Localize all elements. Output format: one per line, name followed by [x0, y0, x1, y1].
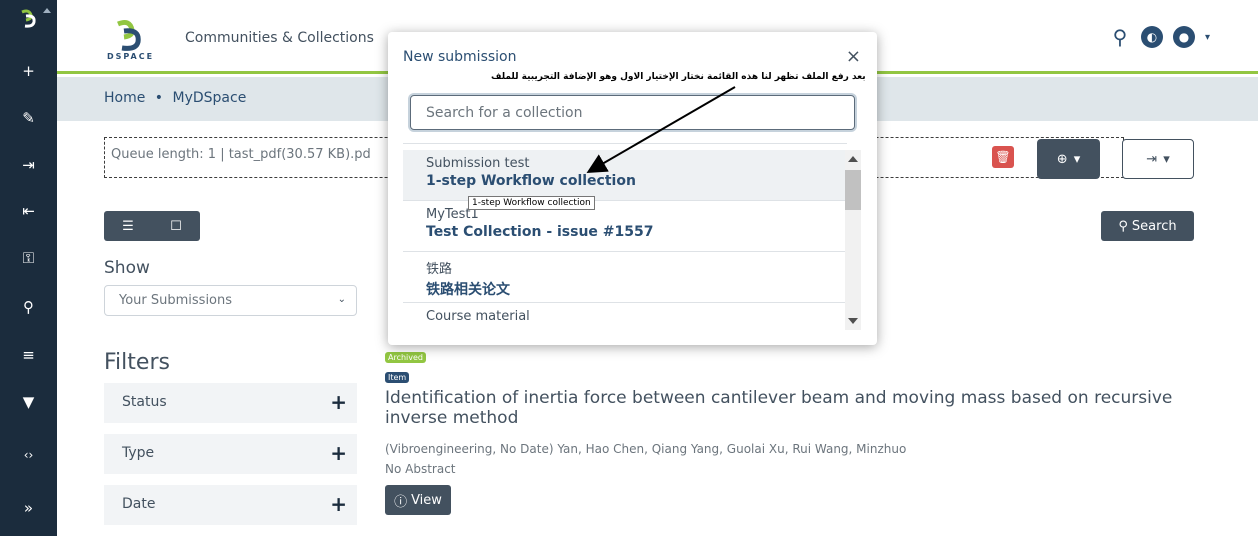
- search-button[interactable]: ⚲ Search: [1101, 211, 1194, 241]
- caret-down-icon: ▾: [1163, 151, 1170, 167]
- plus-circle-icon: ⊕: [1056, 151, 1068, 167]
- annotation-text: بعد رفع الملف تظهر لنا هذه القائمة نختار…: [491, 72, 866, 82]
- modal-title: New submission: [403, 49, 517, 65]
- collection-name: 1-step Workflow collection: [426, 173, 636, 189]
- import-dropdown-button[interactable]: ⇥ ▾: [1122, 139, 1194, 179]
- search-placeholder: Search for a collection: [426, 105, 583, 121]
- pencil-icon[interactable]: ✎: [0, 103, 57, 133]
- import-icon[interactable]: ⇥: [0, 150, 57, 180]
- user-dropdown-caret-icon[interactable]: ▾: [1205, 32, 1210, 43]
- divider: [403, 143, 847, 144]
- plus-icon[interactable]: +: [0, 56, 57, 86]
- filters-title: Filters: [104, 350, 170, 375]
- filter-label: Status: [122, 394, 167, 410]
- search-button-label: Search: [1131, 218, 1177, 234]
- breadcrumb-current: MyDSpace: [172, 90, 247, 106]
- collection-name: 铁路相关论文: [426, 282, 510, 298]
- collection-item[interactable]: Submission test 1-step Workflow collecti…: [403, 150, 847, 201]
- info-icon: ⓘ: [394, 494, 408, 510]
- collection-tooltip: 1-step Workflow collection: [468, 196, 595, 210]
- queue-text: Queue length: 1 | tast_pdf(30.57 KB).pd: [111, 147, 371, 162]
- result-meta: (Vibroengineering, No Date) Yan, Hao Che…: [385, 442, 907, 456]
- caret-down-icon: ▾: [1073, 151, 1081, 167]
- filter-label: Date: [122, 496, 156, 512]
- grid-view-icon[interactable]: ☐: [170, 219, 182, 234]
- expand-plus-icon[interactable]: +: [330, 441, 347, 465]
- code-icon[interactable]: ‹›: [0, 440, 57, 470]
- list-icon[interactable]: ≡: [0, 340, 57, 370]
- new-submission-modal: New submission × بعد رفع الملف تظهر لنا …: [388, 32, 877, 345]
- collection-list: Submission test 1-step Workflow collecti…: [403, 150, 847, 336]
- filter-date[interactable]: Date +: [104, 485, 357, 525]
- item-badge: Item: [385, 372, 410, 383]
- collection-community: 铁路: [426, 262, 453, 277]
- result-abstract: No Abstract: [385, 462, 456, 476]
- nav-communities-collections[interactable]: Communities & Collections: [185, 30, 374, 46]
- logo-text: DSPACE: [107, 52, 155, 61]
- view-button-label: View: [411, 492, 442, 508]
- select-value: Your Submissions: [119, 293, 233, 308]
- show-label: Show: [104, 258, 150, 278]
- collection-item[interactable]: Course material: [403, 303, 847, 336]
- import-icon: ⇥: [1146, 151, 1158, 167]
- search-icon: ⚲: [1118, 218, 1128, 234]
- view-mode-toggle: ☰ ☐: [104, 211, 200, 241]
- collection-item[interactable]: 铁路 铁路相关论文: [403, 252, 847, 303]
- list-scrollbar[interactable]: [845, 150, 861, 330]
- scroll-thumb[interactable]: [845, 170, 861, 210]
- submissions-select[interactable]: Your Submissions ⌄: [104, 285, 357, 316]
- scroll-up-icon[interactable]: [848, 156, 858, 162]
- new-submission-dropdown-button[interactable]: ⊕ ▾: [1037, 139, 1100, 179]
- filter-label: Type: [122, 445, 155, 461]
- collection-community: Course material: [426, 309, 530, 324]
- admin-sidebar: + ✎ ⇥ ⇤ ⚿ ⚲ ≡ ▼ ‹› »: [0, 0, 57, 536]
- breadcrumb-separator: •: [154, 90, 164, 106]
- key-icon[interactable]: ⚿: [0, 243, 57, 273]
- filter-type[interactable]: Type +: [104, 434, 357, 474]
- filter-icon[interactable]: ▼: [0, 387, 57, 417]
- search-icon[interactable]: ⚲: [0, 292, 57, 322]
- globe-icon[interactable]: ◐: [1140, 26, 1163, 48]
- collection-name: Test Collection - issue #1557: [426, 224, 654, 240]
- scroll-down-icon[interactable]: [848, 318, 858, 324]
- trash-icon: 🗑: [995, 150, 1011, 164]
- collection-search-input[interactable]: Search for a collection: [410, 95, 855, 130]
- view-button[interactable]: ⓘ View: [385, 485, 451, 515]
- dspace-logo-icon: [20, 9, 36, 28]
- list-view-icon[interactable]: ☰: [122, 219, 134, 234]
- export-icon[interactable]: ⇤: [0, 196, 57, 226]
- expand-plus-icon[interactable]: +: [330, 492, 347, 516]
- expand-plus-icon[interactable]: +: [330, 390, 347, 414]
- close-icon[interactable]: ×: [846, 46, 861, 67]
- archived-badge: Archived: [385, 352, 427, 363]
- collapse-caret-icon[interactable]: [43, 8, 51, 13]
- delete-queue-button[interactable]: 🗑: [992, 146, 1014, 168]
- user-icon[interactable]: ●: [1172, 26, 1195, 48]
- breadcrumb: Home • MyDSpace: [104, 90, 246, 106]
- collection-community: Submission test: [426, 156, 530, 171]
- expand-icon[interactable]: »: [0, 493, 57, 523]
- dspace-sidebar-logo: [0, 0, 57, 36]
- search-icon[interactable]: ⚲: [1109, 25, 1131, 49]
- breadcrumb-home[interactable]: Home: [104, 90, 145, 106]
- result-title[interactable]: Identification of inertia force between …: [385, 388, 1205, 428]
- chevron-down-icon: ⌄: [337, 294, 346, 305]
- header-icons: ⚲ ◐ ● ▾: [1109, 25, 1210, 49]
- filter-status[interactable]: Status +: [104, 383, 357, 423]
